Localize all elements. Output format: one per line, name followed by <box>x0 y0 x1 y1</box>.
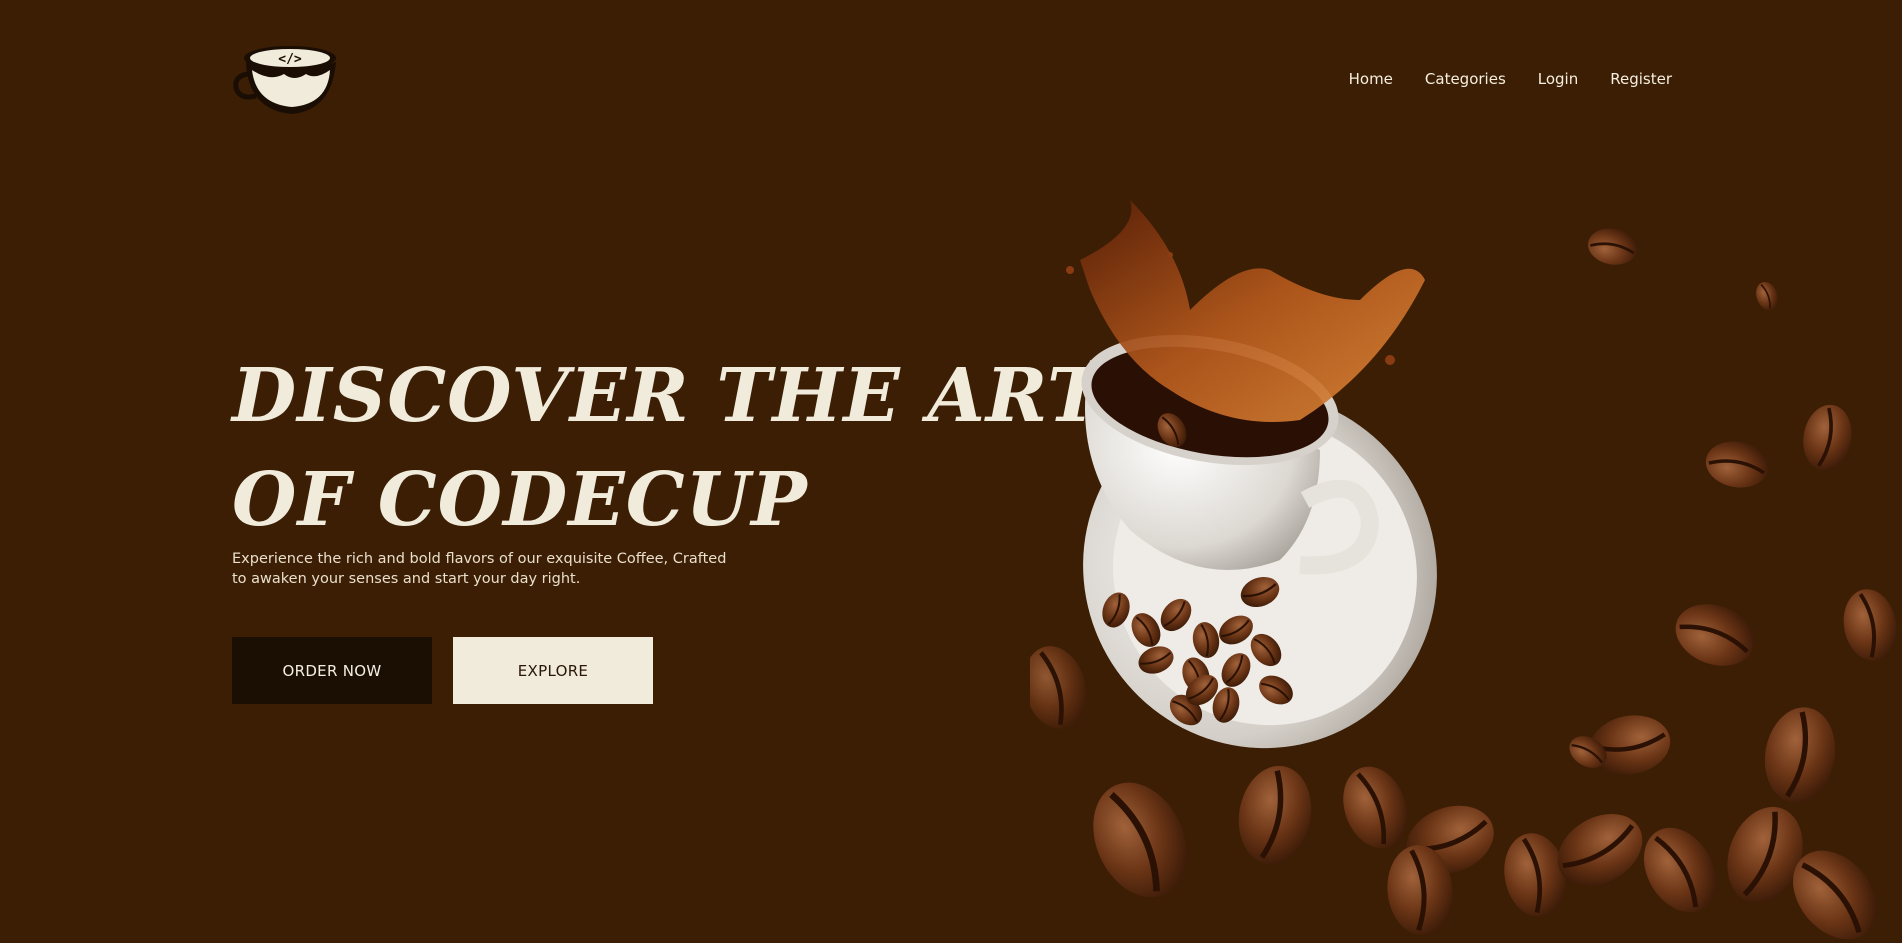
hero-title-line-2: OF CODECUP <box>232 457 808 543</box>
explore-button[interactable]: EXPLORE <box>453 637 653 704</box>
hero-title: DISCOVER THE ART OF CODECUP <box>232 344 1104 552</box>
nav-register-link[interactable]: Register <box>1610 70 1672 88</box>
order-now-button[interactable]: ORDER NOW <box>232 637 432 704</box>
nav-categories-link[interactable]: Categories <box>1425 70 1506 88</box>
svg-text:</>: </> <box>278 52 302 67</box>
nav-home-link[interactable]: Home <box>1349 70 1393 88</box>
codecup-logo-icon[interactable]: </> <box>232 44 344 120</box>
landing-page: </> Home Categories Login Register DISCO… <box>0 0 1902 943</box>
nav-login-link[interactable]: Login <box>1538 70 1578 88</box>
hero-subtitle: Experience the rich and bold flavors of … <box>232 551 727 587</box>
main-nav: Home Categories Login Register <box>1317 66 1672 92</box>
coffee-splash-illustration <box>1030 200 1902 943</box>
hero-title-line-1: DISCOVER THE ART <box>232 353 1104 439</box>
